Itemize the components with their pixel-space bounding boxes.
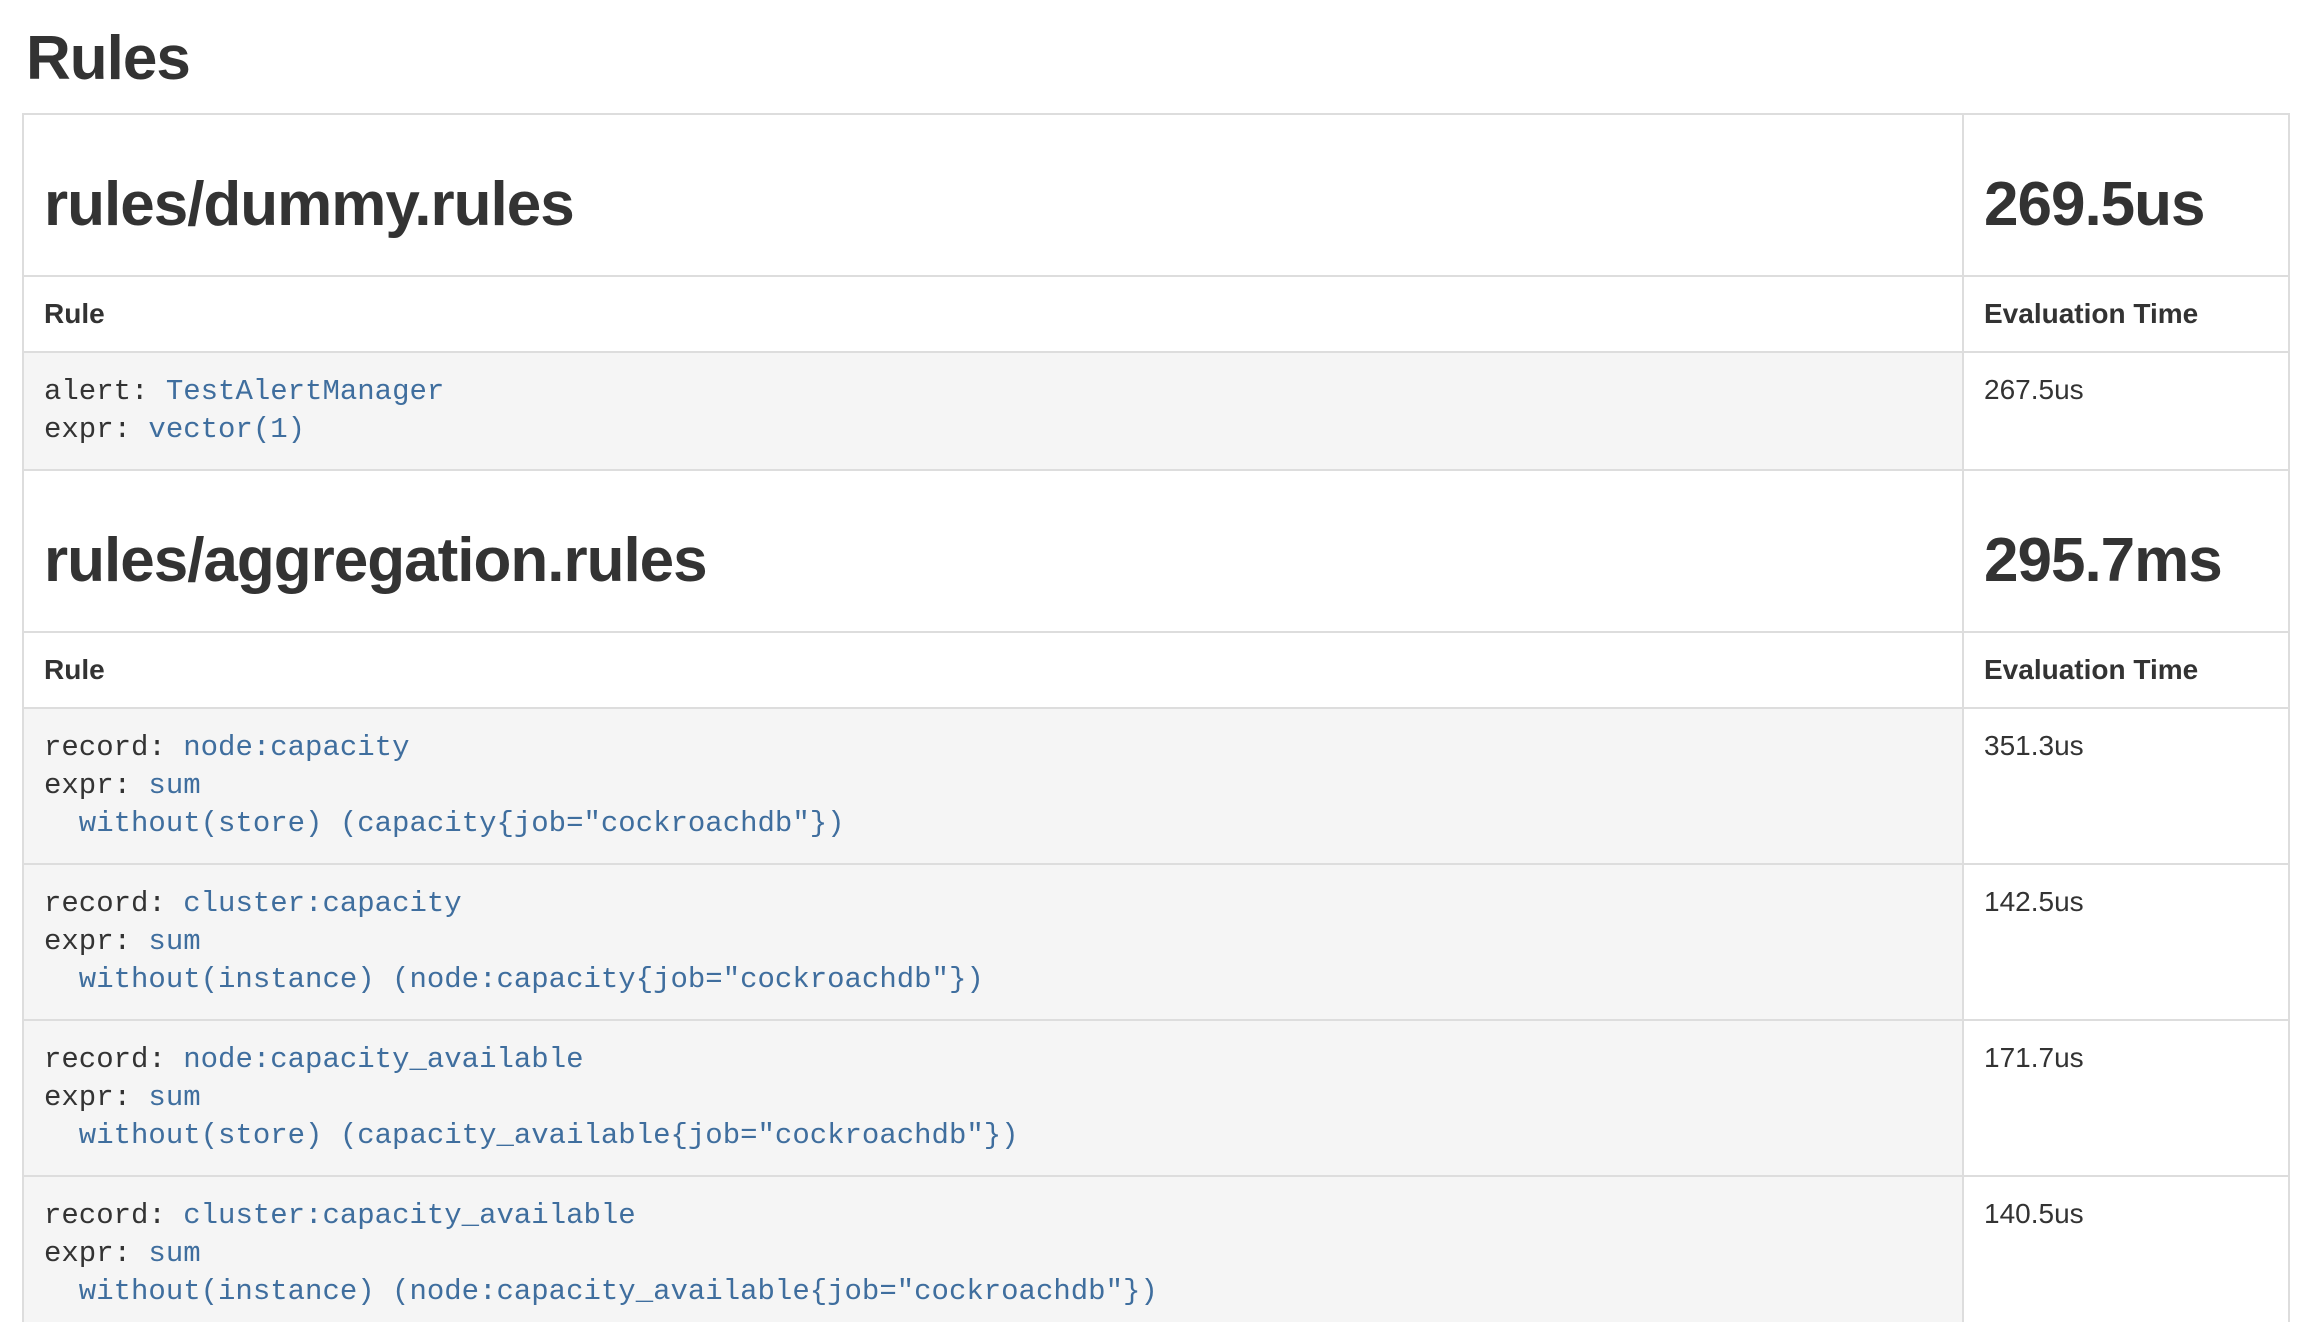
group-name: rules/aggregation.rules bbox=[44, 527, 1942, 595]
rule-group-header-row: rules/dummy.rules 269.5us bbox=[23, 114, 2289, 276]
rules-table-body: rules/dummy.rules269.5usRuleEvaluation T… bbox=[23, 114, 2289, 1322]
rule-cell: record: node:capacity_available expr: su… bbox=[23, 1020, 1963, 1176]
code-label: alert: bbox=[44, 375, 166, 408]
rules-page: Rules rules/dummy.rules269.5usRuleEvalua… bbox=[0, 25, 2316, 1322]
rule-row: alert: TestAlertManager expr: vector(1) 2… bbox=[23, 352, 2289, 470]
rule-expression-link[interactable]: without(instance) (node:capacity_availab… bbox=[44, 1275, 1158, 1308]
rule-code: record: node:capacity expr: sum without(… bbox=[44, 729, 1942, 843]
rule-expression-link[interactable]: without(instance) (node:capacity{job="co… bbox=[44, 963, 984, 996]
rule-expression-link[interactable]: vector(1) bbox=[148, 413, 305, 446]
code-label: expr: bbox=[44, 769, 148, 802]
rule-code: record: cluster:capacity expr: sum witho… bbox=[44, 885, 1942, 999]
code-label: expr: bbox=[44, 925, 148, 958]
code-label: expr: bbox=[44, 1081, 148, 1114]
rule-expression-link[interactable]: sum bbox=[148, 769, 200, 802]
rule-column-header: Rule bbox=[23, 632, 1963, 708]
rule-cell: record: cluster:capacity_available expr:… bbox=[23, 1176, 1963, 1322]
code-label: record: bbox=[44, 887, 183, 920]
rule-expression-link[interactable]: cluster:capacity_available bbox=[183, 1199, 635, 1232]
rule-group-header-row: rules/aggregation.rules 295.7ms bbox=[23, 470, 2289, 632]
rule-code: record: node:capacity_available expr: su… bbox=[44, 1041, 1942, 1155]
rule-row: record: node:capacity expr: sum without(… bbox=[23, 708, 2289, 864]
column-header-row: RuleEvaluation Time bbox=[23, 632, 2289, 708]
rule-evaluation-time: 171.7us bbox=[1963, 1020, 2289, 1176]
rule-code: alert: TestAlertManager expr: vector(1) bbox=[44, 373, 1942, 449]
rule-code: record: cluster:capacity_available expr:… bbox=[44, 1197, 1942, 1311]
rule-expression-link[interactable]: without(store) (capacity_available{job="… bbox=[44, 1119, 1019, 1152]
rule-expression-link[interactable]: sum bbox=[148, 1081, 200, 1114]
rule-expression-link[interactable]: sum bbox=[148, 1237, 200, 1270]
rule-expression-link[interactable]: node:capacity_available bbox=[183, 1043, 583, 1076]
group-name-cell: rules/aggregation.rules bbox=[23, 470, 1963, 632]
rule-evaluation-time: 142.5us bbox=[1963, 864, 2289, 1020]
group-evaluation-time-cell: 269.5us bbox=[1963, 114, 2289, 276]
evaluation-time-column-header: Evaluation Time bbox=[1963, 276, 2289, 352]
rule-expression-link[interactable]: sum bbox=[148, 925, 200, 958]
rule-expression-link[interactable]: cluster:capacity bbox=[183, 887, 461, 920]
rule-cell: record: cluster:capacity expr: sum witho… bbox=[23, 864, 1963, 1020]
group-name: rules/dummy.rules bbox=[44, 171, 1942, 239]
rule-expression-link[interactable]: node:capacity bbox=[183, 731, 409, 764]
group-name-cell: rules/dummy.rules bbox=[23, 114, 1963, 276]
rule-expression-link[interactable]: without(store) (capacity{job="cockroachd… bbox=[44, 807, 845, 840]
rule-column-header: Rule bbox=[23, 276, 1963, 352]
rule-row: record: cluster:capacity expr: sum witho… bbox=[23, 864, 2289, 1020]
rule-row: record: cluster:capacity_available expr:… bbox=[23, 1176, 2289, 1322]
rule-expression-link[interactable]: TestAlertManager bbox=[166, 375, 444, 408]
rules-table: rules/dummy.rules269.5usRuleEvaluation T… bbox=[22, 113, 2290, 1322]
rule-cell: record: node:capacity expr: sum without(… bbox=[23, 708, 1963, 864]
rule-cell: alert: TestAlertManager expr: vector(1) bbox=[23, 352, 1963, 470]
group-evaluation-time: 269.5us bbox=[1984, 171, 2268, 239]
code-label: record: bbox=[44, 1199, 183, 1232]
rule-evaluation-time: 140.5us bbox=[1963, 1176, 2289, 1322]
column-header-row: RuleEvaluation Time bbox=[23, 276, 2289, 352]
code-label: record: bbox=[44, 731, 183, 764]
rule-row: record: node:capacity_available expr: su… bbox=[23, 1020, 2289, 1176]
page-title: Rules bbox=[26, 25, 2290, 93]
group-evaluation-time-cell: 295.7ms bbox=[1963, 470, 2289, 632]
evaluation-time-column-header: Evaluation Time bbox=[1963, 632, 2289, 708]
code-label: record: bbox=[44, 1043, 183, 1076]
rule-evaluation-time: 267.5us bbox=[1963, 352, 2289, 470]
group-evaluation-time: 295.7ms bbox=[1984, 527, 2268, 595]
rule-evaluation-time: 351.3us bbox=[1963, 708, 2289, 864]
code-label: expr: bbox=[44, 1237, 148, 1270]
code-label: expr: bbox=[44, 413, 148, 446]
